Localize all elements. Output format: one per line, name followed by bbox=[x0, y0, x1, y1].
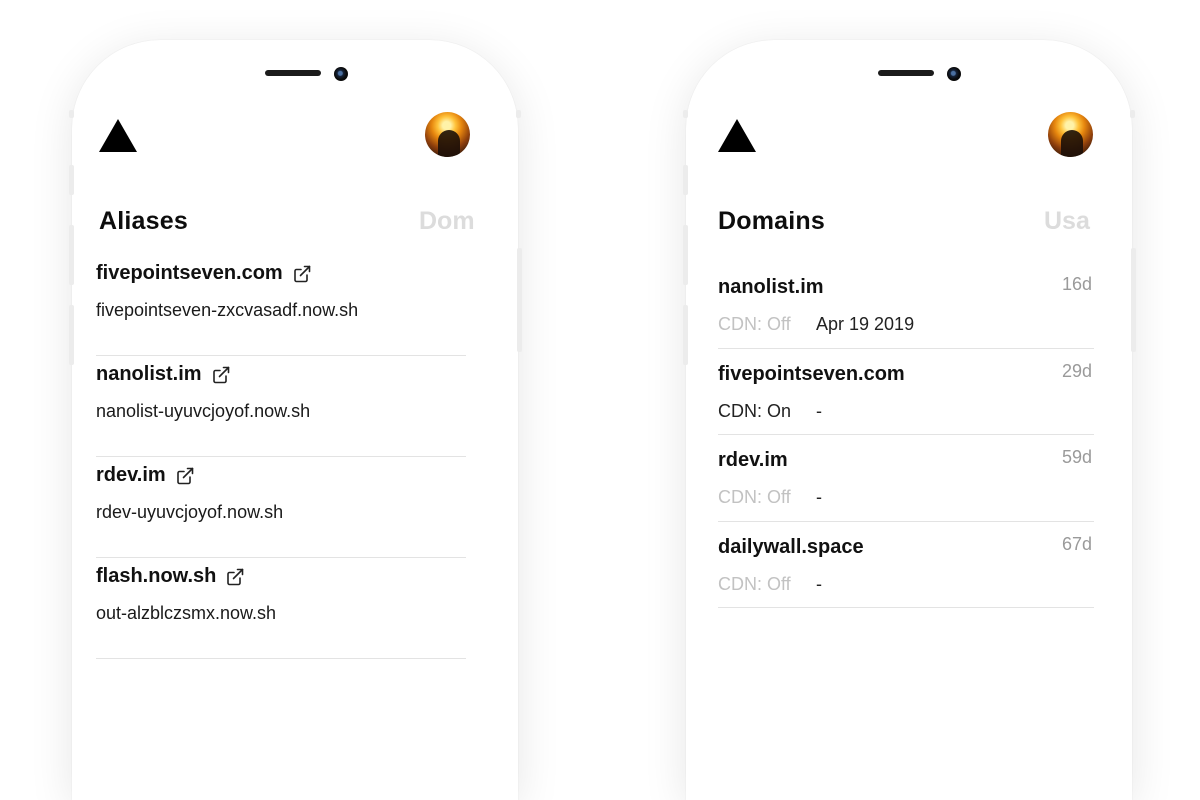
list-item[interactable]: flash.now.sh out-alzblczsmx.now.sh bbox=[96, 558, 466, 659]
avatar[interactable] bbox=[425, 112, 470, 157]
list-item[interactable]: nanolist.im nanolist-uyuvcjoyof.now.sh bbox=[96, 356, 466, 457]
external-link-icon[interactable] bbox=[211, 365, 231, 385]
phone-side-button bbox=[1130, 110, 1135, 118]
speaker-grille bbox=[878, 70, 934, 76]
alias-target: rdev-uyuvcjoyof.now.sh bbox=[96, 502, 284, 522]
list-item[interactable]: nanolist.im 16d CDN: Off Apr 19 2019 bbox=[718, 262, 1094, 349]
alias-name[interactable]: nanolist.im bbox=[96, 363, 202, 386]
phone-side-button bbox=[69, 165, 74, 195]
alias-name[interactable]: fivepointseven.com bbox=[96, 262, 283, 285]
list-item[interactable]: fivepointseven.com fivepointseven-zxcvas… bbox=[96, 255, 466, 356]
phone-side-button bbox=[1131, 248, 1136, 352]
phone-side-button bbox=[683, 165, 688, 195]
alias-name[interactable]: flash.now.sh bbox=[96, 565, 216, 588]
avatar[interactable] bbox=[1048, 112, 1093, 157]
list-item[interactable]: dailywall.space 67d CDN: Off - bbox=[718, 522, 1094, 608]
front-camera bbox=[334, 67, 348, 81]
phone-side-button bbox=[683, 225, 688, 285]
cdn-status: CDN: Off bbox=[718, 487, 791, 507]
phone-side-button bbox=[69, 110, 74, 118]
domain-expiry: Apr 19 2019 bbox=[816, 314, 915, 334]
domain-expiry: - bbox=[816, 400, 822, 421]
domain-name[interactable]: fivepointseven.com bbox=[718, 363, 905, 386]
list-item[interactable]: fivepointseven.com 29d CDN: On - bbox=[718, 349, 1094, 435]
domain-age: 67d bbox=[1061, 533, 1092, 554]
domain-age: 29d bbox=[1061, 360, 1092, 381]
cdn-status: CDN: Off bbox=[718, 314, 791, 334]
triangle-logo-icon[interactable] bbox=[99, 119, 137, 152]
speaker-grille bbox=[265, 70, 321, 76]
phone-side-button bbox=[683, 305, 688, 365]
front-camera bbox=[947, 67, 961, 81]
cdn-status: CDN: Off bbox=[718, 573, 791, 594]
domain-name[interactable]: rdev.im bbox=[718, 449, 788, 472]
phone-domains: Domains Usa nanolist.im 16d CDN: Off Apr… bbox=[683, 40, 1136, 800]
external-link-icon[interactable] bbox=[292, 264, 312, 284]
alias-list: fivepointseven.com fivepointseven-zxcvas… bbox=[96, 255, 466, 659]
domain-expiry: - bbox=[816, 573, 822, 594]
phone-side-button bbox=[516, 110, 521, 118]
alias-name[interactable]: rdev.im bbox=[96, 464, 166, 487]
alias-target: nanolist-uyuvcjoyof.now.sh bbox=[96, 401, 311, 421]
alias-target: out-alzblczsmx.now.sh bbox=[96, 603, 277, 623]
tab-domains-peek[interactable]: Dom bbox=[419, 207, 475, 236]
phone-side-button bbox=[69, 305, 74, 365]
domain-age: 59d bbox=[1061, 447, 1092, 467]
phone-side-button bbox=[517, 248, 522, 352]
domain-expiry: - bbox=[816, 487, 822, 507]
phone-aliases: Aliases Dom fivepointseven.com fivepoint… bbox=[69, 40, 522, 800]
tab-usage-peek[interactable]: Usa bbox=[1044, 207, 1090, 236]
list-item[interactable]: rdev.im 59d CDN: Off - bbox=[718, 435, 1094, 522]
domain-age: 16d bbox=[1061, 274, 1092, 294]
external-link-icon[interactable] bbox=[225, 567, 245, 587]
phone-side-button bbox=[69, 225, 74, 285]
page-title: Aliases bbox=[99, 207, 188, 235]
cdn-status: CDN: On bbox=[718, 400, 792, 421]
page-title: Domains bbox=[718, 207, 825, 235]
domain-name[interactable]: dailywall.space bbox=[718, 536, 864, 559]
triangle-logo-icon[interactable] bbox=[718, 119, 756, 152]
alias-target: fivepointseven-zxcvasadf.now.sh bbox=[96, 300, 359, 320]
external-link-icon[interactable] bbox=[175, 466, 195, 486]
domain-list: nanolist.im 16d CDN: Off Apr 19 2019 fiv… bbox=[718, 262, 1094, 608]
phone-side-button bbox=[683, 110, 688, 118]
list-item[interactable]: rdev.im rdev-uyuvcjoyof.now.sh bbox=[96, 457, 466, 558]
domain-name[interactable]: nanolist.im bbox=[718, 276, 824, 299]
